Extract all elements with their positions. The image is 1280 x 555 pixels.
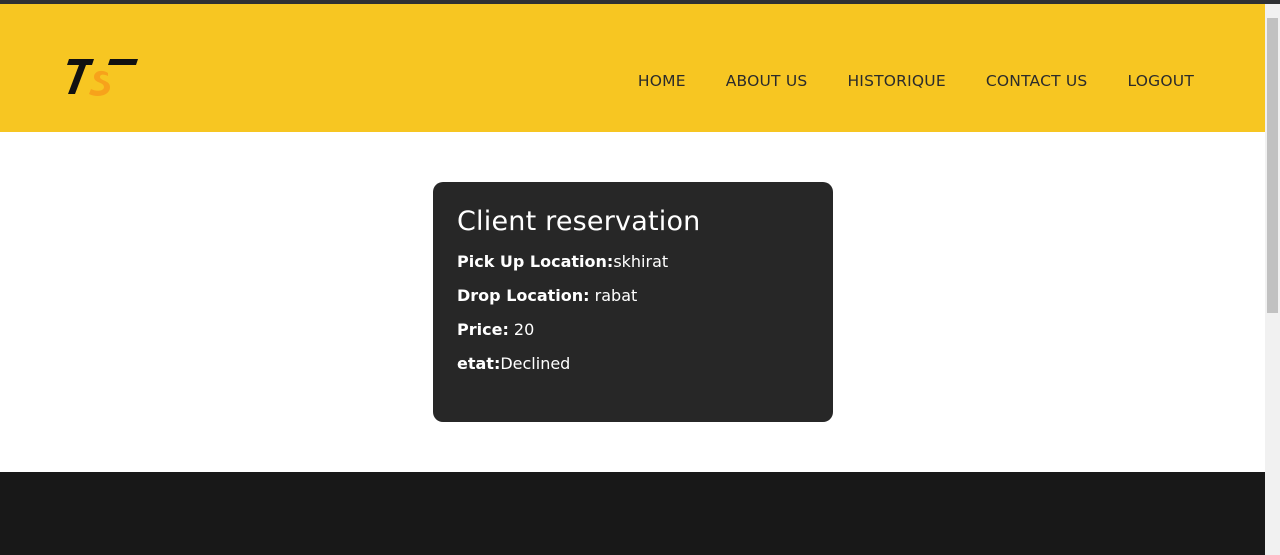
status-field: etat:Declined bbox=[457, 355, 809, 373]
pickup-location-field: Pick Up Location:skhirat bbox=[457, 253, 809, 271]
price-label: Price: bbox=[457, 320, 509, 339]
main-nav: HOME ABOUT US HISTORIQUE CONTACT US LOGO… bbox=[598, 72, 1194, 90]
card-title: Client reservation bbox=[457, 206, 701, 237]
drop-location-field: Drop Location: rabat bbox=[457, 287, 809, 305]
price-field: Price: 20 bbox=[457, 321, 809, 339]
pickup-location-label: Pick Up Location: bbox=[457, 252, 614, 271]
drop-location-value: rabat bbox=[589, 286, 638, 305]
main-content: Client reservation Pick Up Location:skhi… bbox=[0, 132, 1265, 472]
drop-location-label: Drop Location: bbox=[457, 286, 590, 305]
nav-contact-us[interactable]: CONTACT US bbox=[986, 72, 1088, 90]
reservation-card: Client reservation Pick Up Location:skhi… bbox=[433, 182, 833, 422]
price-value: 20 bbox=[508, 320, 535, 339]
site-footer bbox=[0, 472, 1265, 555]
nav-home[interactable]: HOME bbox=[638, 72, 686, 90]
status-label: etat: bbox=[457, 354, 501, 373]
scrollbar-thumb[interactable] bbox=[1267, 18, 1278, 313]
ts-logo-icon[interactable] bbox=[64, 57, 140, 99]
nav-historique[interactable]: HISTORIQUE bbox=[847, 72, 945, 90]
site-header: HOME ABOUT US HISTORIQUE CONTACT US LOGO… bbox=[0, 4, 1265, 132]
nav-logout[interactable]: LOGOUT bbox=[1127, 72, 1194, 90]
pickup-location-value: skhirat bbox=[613, 252, 669, 271]
vertical-scrollbar[interactable] bbox=[1265, 4, 1280, 555]
nav-about-us[interactable]: ABOUT US bbox=[726, 72, 808, 90]
status-value: Declined bbox=[500, 354, 571, 373]
